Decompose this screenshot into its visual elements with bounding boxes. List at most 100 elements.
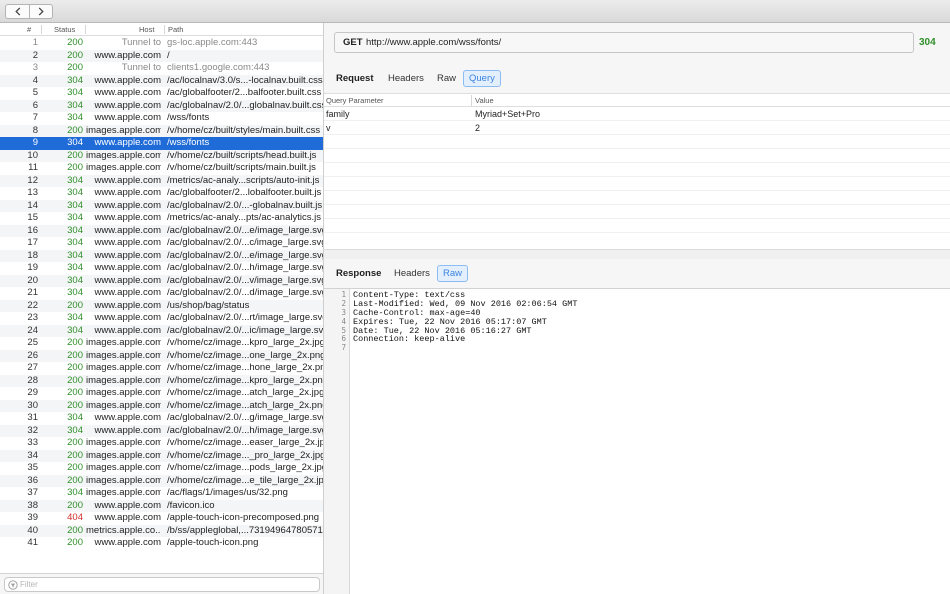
row-host: www.apple.com <box>94 299 161 311</box>
request-list-panel: # Status Host Path 1 200 Tunnel to gs-loc.a… <box>0 23 323 594</box>
row-path: /us/shop/bag/status <box>167 299 250 311</box>
column-separator <box>164 25 165 34</box>
table-row[interactable]: 19 304 www.apple.com/ac/globalnav/2.0/...h… <box>0 262 323 275</box>
row-number: 18 <box>27 249 38 261</box>
row-path: /wss/fonts <box>167 137 210 148</box>
response-raw-view[interactable]: 1234567 Content-Type: text/css Last-Modif… <box>324 288 950 594</box>
table-row[interactable]: 22 200 www.apple.com/us/shop/bag/status <box>0 299 323 312</box>
table-row[interactable]: 15 304 www.apple.com/metrics/ac-analy...pt… <box>0 212 323 225</box>
row-status: 304 <box>67 137 83 148</box>
table-row[interactable]: 13 304 www.apple.com/ac/globalfooter/2...l… <box>0 187 323 200</box>
row-number: 20 <box>27 274 38 286</box>
row-status: 200 <box>67 399 83 411</box>
row-path: /v/home/cz/image...atch_large_2x.jpg <box>167 387 323 398</box>
column-header-path[interactable]: Path <box>168 25 183 34</box>
table-row[interactable]: 21 304 www.apple.com/ac/globalnav/2.0/...d… <box>0 287 323 300</box>
table-row[interactable]: 39 404 www.apple.com/apple-touch-icon-prec… <box>0 512 323 525</box>
table-row[interactable]: 10 200 images.apple.com/v/home/cz/built/sc… <box>0 149 323 162</box>
table-row[interactable]: 35 200 images.apple.com/v/home/cz/image...… <box>0 462 323 475</box>
table-row[interactable]: 38 200 www.apple.com/favicon.ico <box>0 499 323 512</box>
query-param-value: Myriad+Set+Pro <box>475 109 541 119</box>
row-host: images.apple.com <box>86 449 161 461</box>
table-row[interactable]: 9 304 www.apple.com/wss/fonts <box>0 137 323 150</box>
table-row[interactable]: 2 200 www.apple.com / <box>0 49 323 62</box>
row-host: www.apple.com <box>94 87 161 98</box>
table-row[interactable]: 11 200 images.apple.com/v/home/cz/built/sc… <box>0 162 323 175</box>
table-row[interactable]: 33 200 images.apple.com/v/home/cz/image...… <box>0 437 323 450</box>
table-row[interactable]: 7 304 www.apple.com/wss/fonts <box>0 112 323 125</box>
table-row[interactable]: 12 304 www.apple.com/metrics/ac-analy...sc… <box>0 174 323 187</box>
query-row[interactable]: v 2 <box>324 121 950 135</box>
query-row[interactable]: family Myriad+Set+Pro <box>324 107 950 121</box>
table-row[interactable]: 1 200 Tunnel to gs-loc.apple.com:443 <box>0 37 323 50</box>
column-header-host[interactable]: Host <box>139 25 154 34</box>
row-status: 200 <box>67 374 83 386</box>
back-button[interactable] <box>5 4 29 19</box>
tab-request-headers[interactable]: Headers <box>382 70 430 87</box>
row-status: 304 <box>67 99 83 111</box>
tab-response-raw[interactable]: Raw <box>437 265 469 282</box>
row-host: www.apple.com <box>94 512 161 523</box>
column-header-num[interactable]: # <box>27 25 31 34</box>
table-row[interactable]: 16 304 www.apple.com/ac/globalnav/2.0/...e… <box>0 224 323 237</box>
filter-input[interactable] <box>20 579 310 590</box>
table-row[interactable]: 17 304 www.apple.com/ac/globalnav/2.0/...c… <box>0 237 323 250</box>
table-row[interactable]: 24 304 www.apple.com/ac/globalnav/2.0/...i… <box>0 324 323 337</box>
row-number: 27 <box>27 362 38 373</box>
table-row[interactable]: 29 200 images.apple.com/v/home/cz/image...… <box>0 387 323 400</box>
table-row[interactable]: 31 304 www.apple.com/ac/globalnav/2.0/...g… <box>0 412 323 425</box>
query-table-header: Query Parameter Value <box>324 94 950 107</box>
table-row[interactable]: 6 304 www.apple.com/ac/globalnav/2.0/...gl… <box>0 99 323 112</box>
row-host: www.apple.com <box>94 424 161 436</box>
row-number: 33 <box>27 437 38 448</box>
section-divider[interactable] <box>324 249 950 259</box>
table-row[interactable]: 41 200 www.apple.com/apple-touch-icon.png <box>0 537 323 550</box>
table-row[interactable]: 26 200 images.apple.com/v/home/cz/image...… <box>0 349 323 362</box>
row-number: 11 <box>28 162 38 173</box>
row-path: /v/home/cz/image...kpro_large_2x.jpg <box>167 337 323 348</box>
table-row[interactable]: 40 200 metrics.apple.co... /b/ss/applegloba… <box>0 524 323 537</box>
row-host: www.apple.com <box>94 212 161 223</box>
table-row[interactable]: 23 304 www.apple.com/ac/globalnav/2.0/...r… <box>0 312 323 325</box>
row-number: 13 <box>27 187 38 198</box>
row-path: /v/home/cz/image..._pro_large_2x.jpg <box>167 449 323 461</box>
tab-response-headers[interactable]: Headers <box>388 265 436 282</box>
table-row[interactable]: 28 200 images.apple.com/v/home/cz/image...… <box>0 374 323 387</box>
table-row[interactable]: 20 304 www.apple.com/ac/globalnav/2.0/...v… <box>0 274 323 287</box>
table-row[interactable]: 25 200 images.apple.com/v/home/cz/image...… <box>0 337 323 350</box>
table-row[interactable]: 5 304 www.apple.com/ac/globalfooter/2...ba… <box>0 87 323 100</box>
row-path: /ac/flags/1/images/us/32.png <box>167 487 288 498</box>
response-tab-bar: Response Headers Raw <box>324 263 950 285</box>
row-host: www.apple.com <box>94 237 161 248</box>
table-row[interactable]: 37 304 images.apple.com/ac/flags/1/images/… <box>0 487 323 500</box>
tab-request-raw[interactable]: Raw <box>431 70 462 87</box>
row-number: 29 <box>27 387 38 398</box>
row-status: 304 <box>67 262 83 273</box>
table-row[interactable]: 8 200 images.apple.com/v/home/cz/built/sty… <box>0 124 323 137</box>
row-path: /ac/globalnav/2.0/...e/image_large.svg <box>167 249 323 261</box>
row-path: /v/home/cz/built/styles/main.built.css <box>167 124 321 136</box>
row-number: 17 <box>27 237 38 248</box>
table-row[interactable]: 3 200 Tunnel to clients1.google.com:443 <box>0 62 323 75</box>
table-row[interactable]: 14 304 www.apple.com/ac/globalnav/2.0/...-… <box>0 199 323 212</box>
tab-request-query[interactable]: Query <box>463 70 501 87</box>
row-number: 22 <box>27 299 38 311</box>
table-row[interactable]: 34 200 images.apple.com/v/home/cz/image...… <box>0 449 323 462</box>
table-row[interactable]: 32 304 www.apple.com/ac/globalnav/2.0/...h… <box>0 424 323 437</box>
table-row[interactable]: 27 200 images.apple.com/v/home/cz/image...… <box>0 362 323 375</box>
table-row[interactable]: 4 304 www.apple.com/ac/localnav/3.0/s...-l… <box>0 74 323 87</box>
column-header-value[interactable]: Value <box>475 96 494 105</box>
table-row[interactable]: 30 200 images.apple.com/v/home/cz/image...… <box>0 399 323 412</box>
row-status: 304 <box>67 199 83 211</box>
table-row[interactable]: 18 304 www.apple.com/ac/globalnav/2.0/...e… <box>0 249 323 262</box>
forward-button[interactable] <box>29 4 53 19</box>
row-status: 200 <box>67 387 83 398</box>
row-number: 15 <box>27 212 38 223</box>
empty-row <box>324 205 950 219</box>
row-host: images.apple.com <box>86 337 161 348</box>
filter-box[interactable] <box>4 577 320 592</box>
row-status: 304 <box>67 212 83 223</box>
table-row[interactable]: 36 200 images.apple.com/v/home/cz/image...… <box>0 474 323 487</box>
column-header-query-parameter[interactable]: Query Parameter <box>326 96 384 105</box>
column-header-status[interactable]: Status <box>54 25 75 34</box>
